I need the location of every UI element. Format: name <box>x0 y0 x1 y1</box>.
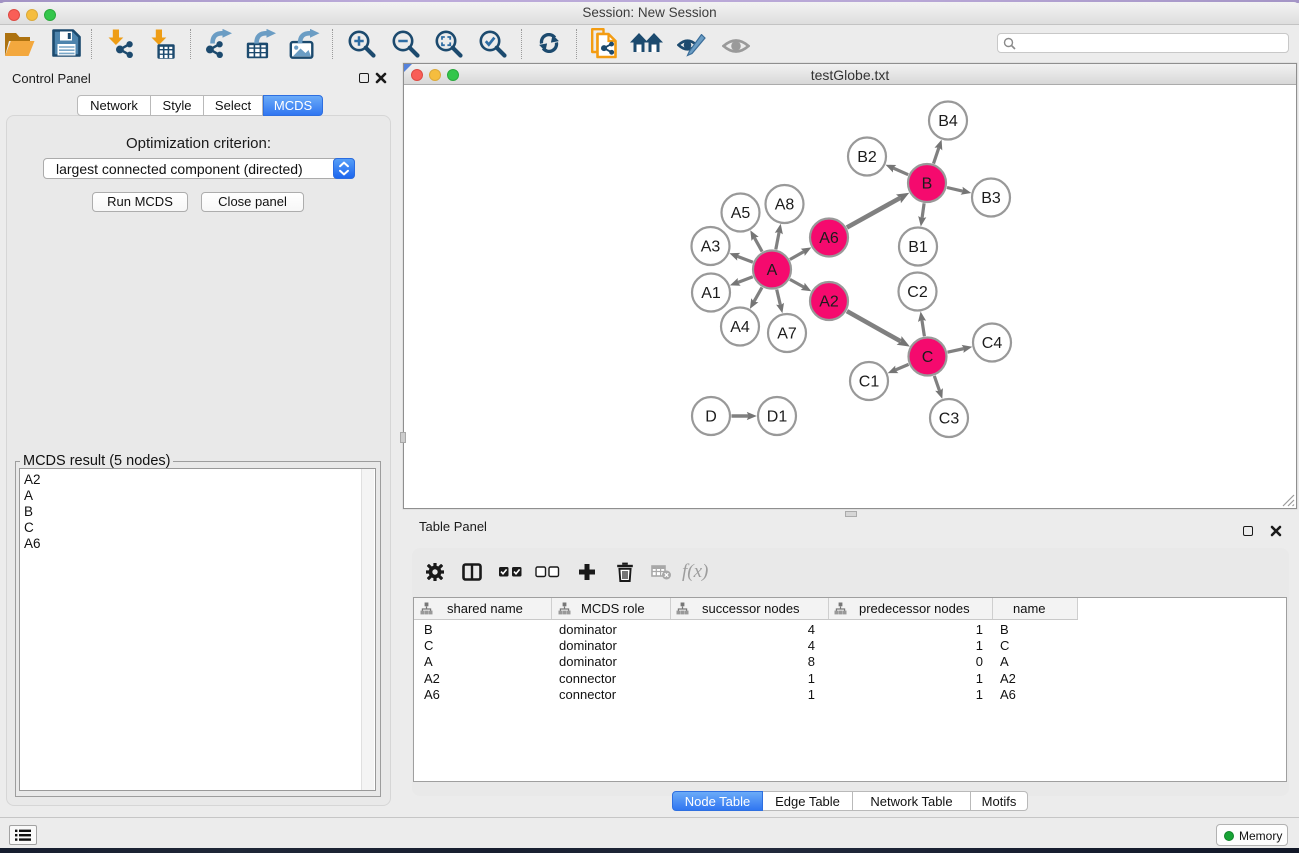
svg-text:A7: A7 <box>777 326 797 343</box>
svg-text:C3: C3 <box>939 411 960 428</box>
svg-text:C: C <box>922 349 934 366</box>
svg-text:A: A <box>767 262 778 279</box>
svg-text:A5: A5 <box>731 205 751 222</box>
svg-text:D: D <box>705 409 717 426</box>
svg-text:f(x): f(x) <box>682 561 708 582</box>
svg-text:A8: A8 <box>775 197 795 214</box>
svg-text:C2: C2 <box>907 284 928 301</box>
svg-text:C4: C4 <box>982 335 1003 352</box>
svg-text:A1: A1 <box>701 285 721 302</box>
svg-text:D1: D1 <box>767 409 788 426</box>
svg-text:A6: A6 <box>819 230 839 247</box>
svg-text:B: B <box>922 176 933 193</box>
svg-text:A2: A2 <box>819 294 839 311</box>
svg-text:B1: B1 <box>908 239 928 256</box>
svg-text:A4: A4 <box>730 319 750 336</box>
svg-text:B3: B3 <box>981 190 1001 207</box>
svg-text:B2: B2 <box>857 149 877 166</box>
svg-text:B4: B4 <box>938 113 958 130</box>
svg-text:C1: C1 <box>859 374 880 391</box>
svg-text:A3: A3 <box>701 239 721 256</box>
